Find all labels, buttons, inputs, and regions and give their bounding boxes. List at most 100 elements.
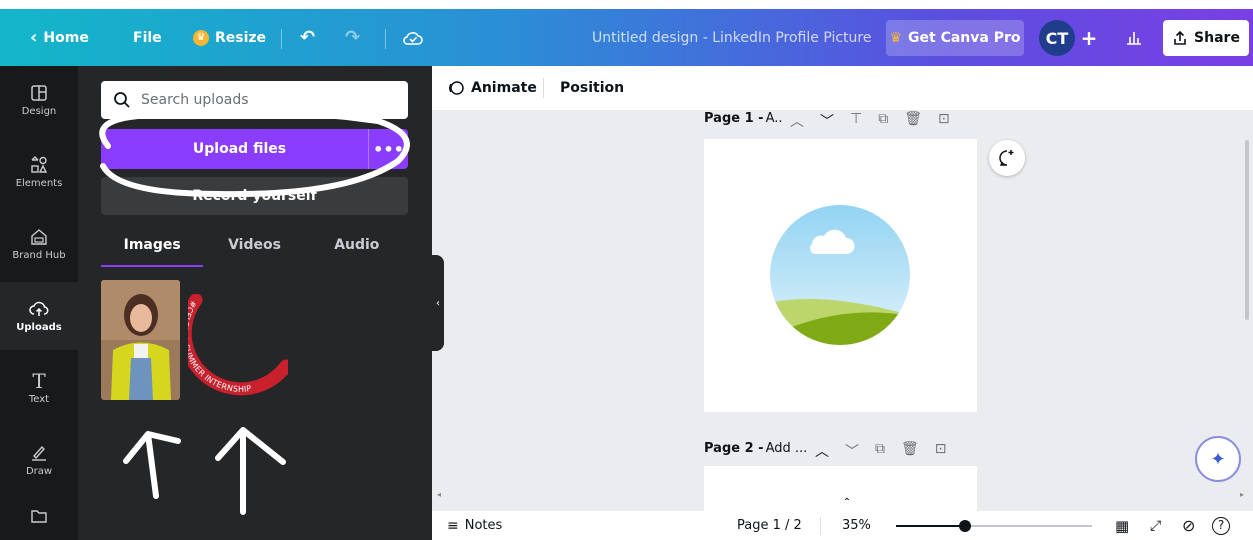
topbar-divider — [385, 29, 386, 49]
expand-icon: ⤢ — [1150, 517, 1162, 534]
rail-item-uploads[interactable]: Uploads — [0, 282, 78, 350]
chevron-down-icon[interactable]: ﹀ — [820, 111, 834, 131]
zoom-slider-fill — [896, 525, 965, 527]
rail-item-draw[interactable]: Draw — [0, 426, 78, 494]
collapse-panel-button[interactable]: ‹ — [432, 255, 444, 351]
undo-icon: ↶ — [300, 27, 316, 48]
expand-pages-button[interactable]: ⌃ — [812, 492, 882, 512]
rail-label: Draw — [25, 465, 53, 477]
zoom-slider-knob[interactable] — [959, 520, 971, 532]
topbar-divider — [281, 29, 282, 49]
get-canva-pro-button[interactable]: ♛ Get Canva Pro — [886, 20, 1024, 56]
sparkle-icon: ✦ — [1210, 448, 1226, 470]
grid-view-button[interactable]: ▦ — [1115, 517, 1129, 535]
page-indicator[interactable]: Page 1 / 2 — [737, 518, 802, 533]
design-canvas-page-1[interactable] — [704, 139, 977, 412]
home-button[interactable]: ‹ Home — [30, 27, 89, 48]
add-page-icon[interactable]: ⊡ — [935, 441, 947, 461]
editor-footer: ≡ Notes Page 1 / 2 35% ▦ ⤢ ⊘ ? — [432, 511, 1253, 540]
elements-icon — [31, 155, 48, 173]
add-title-icon[interactable]: ⊤ — [850, 111, 862, 131]
undo-button[interactable]: ↶ — [300, 27, 315, 48]
cloud-save-status[interactable] — [402, 29, 424, 47]
add-page-icon[interactable]: ⊡ — [938, 111, 950, 131]
rail-label: Elements — [15, 177, 63, 189]
editor-toolbar: Animate Position — [432, 66, 1253, 110]
insights-button[interactable] — [1125, 29, 1143, 45]
animate-label: Animate — [471, 80, 537, 96]
chevron-up-icon[interactable]: ︿ — [790, 111, 804, 131]
fullscreen-button[interactable]: ⤢ — [1150, 518, 1161, 534]
duplicate-page-icon[interactable]: ⧉ — [875, 441, 885, 461]
magic-assistant-button[interactable]: ✦ — [1195, 436, 1241, 482]
get-pro-label: Get Canva Pro — [908, 30, 1021, 46]
page-2-label[interactable]: Page 2 - Add ... — [704, 441, 807, 456]
rail-item-brand-hub[interactable]: Brand Hub — [0, 210, 78, 278]
notes-icon: ≡ — [447, 517, 459, 534]
redo-button[interactable]: ↷ — [345, 27, 360, 48]
rail-label: Uploads — [16, 321, 62, 333]
image-placeholder-circle — [770, 205, 910, 345]
top-bar: ‹ Home File ♛ Resize ↶ ↷ Untitled design… — [0, 9, 1253, 66]
document-title[interactable]: Untitled design - LinkedIn Profile Pictu… — [592, 30, 871, 46]
rail-item-text[interactable]: T Text — [0, 354, 78, 422]
window-top-strip — [0, 0, 1253, 9]
file-label: File — [133, 29, 162, 46]
toolbar-divider — [543, 78, 544, 98]
notes-button[interactable]: ≡ Notes — [447, 518, 502, 534]
page-1-label[interactable]: Page 1 - A.. — [704, 111, 783, 126]
trash-icon[interactable]: 🗑︎ — [904, 111, 922, 131]
duplicate-page-icon[interactable]: ⧉ — [878, 111, 888, 131]
chevron-left-icon: ‹ — [436, 297, 440, 309]
share-button[interactable]: Share — [1163, 20, 1249, 56]
comment-plus-icon — [999, 150, 1014, 166]
zoom-slider[interactable] — [896, 520, 1092, 532]
add-comment-button[interactable] — [989, 140, 1025, 176]
folder-icon — [31, 510, 47, 523]
crown-icon: ♛ — [889, 30, 903, 46]
notes-label: Notes — [464, 518, 503, 533]
resize-button[interactable]: ♛ Resize — [193, 29, 267, 46]
rail-label: Design — [21, 105, 57, 117]
rail-item-design[interactable]: Design — [0, 66, 78, 134]
share-icon — [1174, 30, 1186, 45]
position-label: Position — [560, 80, 625, 96]
rail-item-projects[interactable] — [0, 498, 78, 540]
page-number: Page 1 - — [704, 111, 764, 126]
crown-icon: ♛ — [193, 29, 209, 46]
help-button[interactable]: ? — [1212, 516, 1230, 535]
file-menu-button[interactable]: File — [133, 30, 162, 46]
position-button[interactable]: Position — [560, 80, 624, 96]
uploads-icon — [29, 301, 49, 316]
invite-plus-button[interactable]: + — [1075, 20, 1103, 56]
help-icon: ? — [1212, 516, 1230, 535]
grid-icon: ▦ — [1115, 516, 1130, 535]
side-rail: Design Elements Brand Hub Uploads T Text… — [0, 66, 78, 540]
zoom-value[interactable]: 35% — [842, 518, 871, 533]
animate-icon — [449, 81, 464, 95]
cloud-check-icon — [403, 31, 423, 45]
vertical-scrollbar[interactable] — [1245, 140, 1249, 320]
check-button[interactable]: ⊘ — [1182, 516, 1195, 535]
chevron-left-icon: ‹ — [30, 27, 38, 48]
chevron-down-icon[interactable]: ﹀ — [845, 441, 859, 461]
scroll-right-arrow-icon[interactable]: ▸ — [1240, 490, 1244, 499]
footer-divider — [820, 517, 821, 535]
scroll-left-arrow-icon[interactable]: ◂ — [437, 490, 441, 499]
trash-icon[interactable]: 🗑︎ — [901, 441, 919, 461]
check-circle-icon: ⊘ — [1182, 516, 1196, 535]
design-icon — [31, 84, 47, 101]
resize-label: Resize — [215, 29, 267, 46]
rail-item-elements[interactable]: Elements — [0, 138, 78, 206]
avatar[interactable]: CT — [1039, 20, 1075, 56]
chevron-up-icon[interactable]: ︿ — [815, 441, 829, 461]
bar-chart-icon — [1127, 32, 1141, 45]
page-1-actions: ︿ ﹀ ⊤ ⧉ 🗑︎ ⊡ — [790, 111, 950, 131]
page-number: Page 2 - — [704, 441, 764, 456]
uploads-panel: Search uploads Upload files ••• Record y… — [78, 66, 432, 540]
rail-label: Text — [28, 393, 50, 405]
animate-button[interactable]: Animate — [447, 79, 537, 97]
draw-icon — [32, 445, 46, 461]
chevron-up-icon: ⌃ — [842, 496, 852, 508]
share-label: Share — [1194, 30, 1240, 46]
